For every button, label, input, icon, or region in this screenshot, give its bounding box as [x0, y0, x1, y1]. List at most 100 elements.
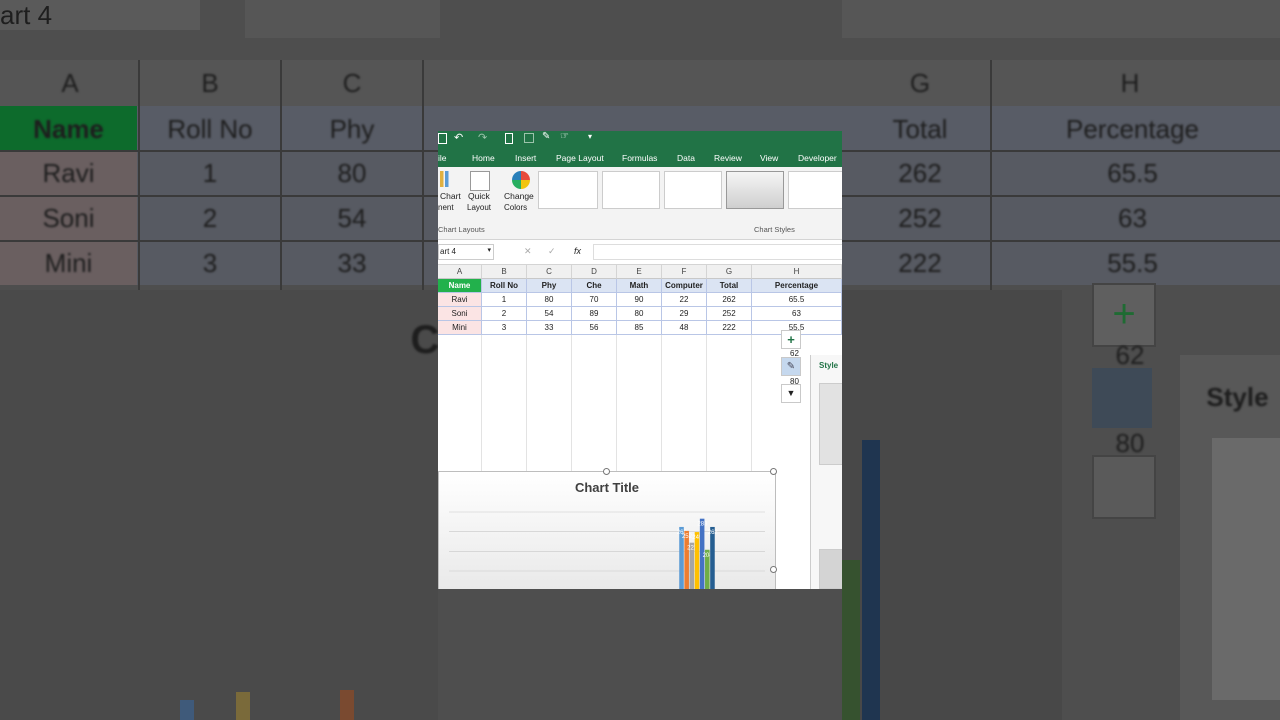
formula-bar: art 4 ▾ ✕ ✓ fx [438, 240, 842, 265]
tab-home[interactable]: Home [472, 153, 495, 163]
col-header-h[interactable]: H [752, 265, 842, 279]
col-header-b[interactable]: B [482, 265, 527, 279]
formula-input[interactable] [593, 244, 842, 260]
tab-insert[interactable]: Insert [515, 153, 536, 163]
bg-peek-62: 62 [1115, 340, 1145, 370]
cell-r3-phy[interactable]: 33 [527, 321, 572, 335]
change-colors-icon [512, 171, 530, 189]
bg-r3-phy: 33 [337, 248, 367, 278]
tab-review[interactable]: Review [714, 153, 742, 163]
cell-math-header[interactable]: Math [617, 279, 662, 293]
col-header-d[interactable]: D [572, 265, 617, 279]
tab-view[interactable]: View [760, 153, 778, 163]
chart-style-thumb-1[interactable] [538, 171, 598, 209]
style-option-thumb[interactable] [819, 383, 842, 465]
cell-r1-computer[interactable]: 22 [662, 293, 707, 307]
col-header-e[interactable]: E [617, 265, 662, 279]
cell-r1-phy[interactable]: 80 [527, 293, 572, 307]
bg-bar [180, 700, 194, 720]
bg-r1-total: 262 [898, 158, 942, 188]
bg-col-a: A [61, 68, 79, 98]
cell-r2-percentage[interactable]: 63 [752, 307, 842, 321]
bg-r2-roll: 2 [202, 203, 218, 233]
resize-handle[interactable] [770, 468, 777, 475]
name-box[interactable]: art 4 ▾ [438, 244, 494, 260]
cell-che-header[interactable]: Che [572, 279, 617, 293]
cell-r2-phy[interactable]: 54 [527, 307, 572, 321]
bg-hdr-total: Total [892, 114, 948, 144]
bg-r3-pct: 55.5 [1107, 248, 1158, 278]
resize-handle[interactable] [603, 468, 610, 475]
cell-computer-header[interactable]: Computer [662, 279, 707, 293]
cell-r1-che[interactable]: 70 [572, 293, 617, 307]
cell-phy-header[interactable]: Phy [527, 279, 572, 293]
col-header-c[interactable]: C [527, 265, 572, 279]
cell-r1-name[interactable]: Ravi [438, 293, 482, 307]
worksheet-grid: A B C D E F G H Name Roll No Phy Che Mat… [438, 265, 842, 589]
add-chart-element-button[interactable]: Chart nent [438, 171, 464, 219]
new-icon[interactable] [505, 133, 513, 144]
cell-total-header[interactable]: Total [707, 279, 752, 293]
cell-name-header[interactable]: Name [438, 279, 482, 293]
undo-icon[interactable]: ↶ [454, 131, 463, 144]
bg-col-c: C [342, 68, 362, 98]
quick-access-toolbar: ↶ ↷ ✎ ☞ ▾ [438, 131, 842, 148]
tab-page-layout[interactable]: Page Layout [556, 153, 604, 163]
chart-filters-button[interactable]: ▼ [781, 384, 801, 403]
cell-r2-che[interactable]: 89 [572, 307, 617, 321]
function-icon[interactable]: fx [574, 246, 581, 256]
cell-r3-che[interactable]: 56 [572, 321, 617, 335]
bg-r2-phy: 54 [337, 203, 367, 233]
cell-r1-percentage[interactable]: 65.5 [752, 293, 842, 307]
cell-r1-total[interactable]: 262 [707, 293, 752, 307]
resize-handle[interactable] [770, 566, 777, 573]
col-header-f[interactable]: F [662, 265, 707, 279]
cell-r1-rollno[interactable]: 1 [482, 293, 527, 307]
col-header-g[interactable]: G [707, 265, 752, 279]
cell-rollno-header[interactable]: Roll No [482, 279, 527, 293]
enter-icon[interactable]: ✓ [548, 246, 556, 257]
tab-formulas[interactable]: Formulas [622, 153, 657, 163]
cell-r2-rollno[interactable]: 2 [482, 307, 527, 321]
redo-icon[interactable]: ↷ [478, 131, 487, 144]
cell-percentage-header[interactable]: Percentage [752, 279, 842, 293]
change-colors-button[interactable]: Change Colors [504, 171, 538, 219]
bg-r2-total: 252 [898, 203, 942, 233]
cell-r3-computer[interactable]: 48 [662, 321, 707, 335]
cancel-icon[interactable]: ✕ [524, 246, 532, 257]
bg-style-label: Style [1206, 382, 1269, 412]
chart-elements-button[interactable]: + [781, 330, 801, 349]
cell-r3-total[interactable]: 222 [707, 321, 752, 335]
cell-r3-name[interactable]: Mini [438, 321, 482, 335]
chart-object[interactable]: Chart Title1234567ROLL NO80543392786072P… [438, 468, 777, 589]
cell-r3-math[interactable]: 85 [617, 321, 662, 335]
customize-icon[interactable]: ▾ [588, 132, 592, 141]
chart-style-thumb-2[interactable] [602, 171, 660, 209]
bg-hdr-pct: Percentage [1066, 114, 1199, 144]
cell-r2-math[interactable]: 80 [617, 307, 662, 321]
chart-style-thumb-4[interactable] [726, 171, 784, 209]
touch-icon[interactable]: ☞ [560, 131, 569, 142]
bg-vline [990, 60, 992, 290]
style-option-thumb[interactable] [819, 549, 842, 589]
chart-style-thumb-5[interactable] [788, 171, 842, 209]
cell-r2-total[interactable]: 252 [707, 307, 752, 321]
cell-r2-computer[interactable]: 29 [662, 307, 707, 321]
col-header-a[interactable]: A [438, 265, 482, 279]
name-box-dropdown-icon[interactable]: ▾ [487, 246, 491, 254]
tab-data[interactable]: Data [677, 153, 695, 163]
style-flyout: Style [810, 355, 842, 589]
tab-developer[interactable]: Developer [798, 153, 837, 163]
chart-style-thumb-3[interactable] [664, 171, 722, 209]
save-icon[interactable] [438, 133, 447, 144]
print-icon[interactable] [524, 133, 534, 143]
cell-r3-rollno[interactable]: 3 [482, 321, 527, 335]
style-flyout-title: Style [819, 361, 839, 370]
chart-styles-button[interactable]: ✎ [781, 357, 801, 376]
cell-r1-math[interactable]: 90 [617, 293, 662, 307]
group-chart-layouts: Chart Layouts [438, 225, 485, 234]
edit-icon[interactable]: ✎ [542, 131, 550, 142]
tab-file[interactable]: ile [438, 153, 447, 163]
cell-r2-name[interactable]: Soni [438, 307, 482, 321]
quick-layout-button[interactable]: Quick Layout [467, 171, 497, 219]
